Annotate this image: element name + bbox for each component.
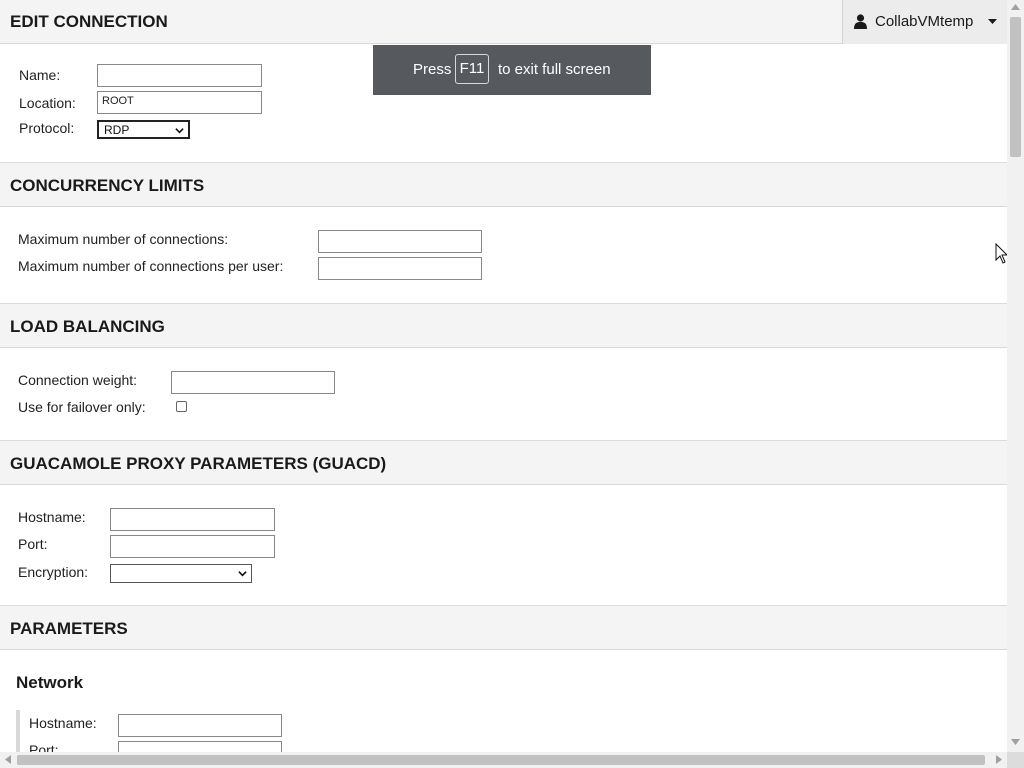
encryption-select[interactable] [110,564,252,583]
name-label: Name: [19,67,61,83]
section-title-load-balancing: LOAD BALANCING [10,317,165,336]
network-port-input[interactable] [118,741,282,752]
chevron-down-icon [175,128,184,134]
load-balancing-header: LOAD BALANCING [0,304,1007,348]
failover-checkbox[interactable] [176,401,187,412]
toast-suffix-text: to exit full screen [498,61,611,78]
user-icon [854,14,867,29]
user-menu[interactable]: CollabVMtemp [842,0,1007,44]
failover-label: Use for failover only: [18,399,146,415]
group-indent-bar [16,710,20,752]
max-connections-input[interactable] [318,230,482,253]
connection-weight-label: Connection weight: [18,372,138,388]
network-heading: Network [16,673,84,692]
max-connections-label: Maximum number of connections: [18,231,229,247]
section-title-edit-connection: EDIT CONNECTION [10,12,168,31]
location-label: Location: [19,95,76,111]
location-value: ROOT [102,95,134,107]
horizontal-scroll-thumb[interactable] [17,755,985,765]
scroll-left-icon[interactable] [5,755,11,764]
name-input[interactable] [97,64,262,87]
chevron-down-icon [988,19,997,24]
section-title-concurrency: CONCURRENCY LIMITS [10,176,205,195]
network-hostname-label: Hostname: [29,715,97,731]
concurrency-header: CONCURRENCY LIMITS [0,163,1007,207]
page-content: EDIT CONNECTION CollabVMtemp Name: Locat… [0,0,1007,752]
location-field[interactable]: ROOT [97,91,262,114]
proxy-hostname-label: Hostname: [18,509,86,525]
connection-weight-input[interactable] [171,371,335,394]
username: CollabVMtemp [875,13,974,30]
scroll-up-icon[interactable] [1011,4,1020,10]
chevron-down-icon [238,571,247,577]
scrollbar-corner [1007,752,1024,768]
toast-press-text: Press [413,61,452,78]
network-port-label: Port: [29,742,59,752]
max-per-user-input[interactable] [318,257,482,280]
proxy-header: GUACAMOLE PROXY PARAMETERS (GUACD) [0,441,1007,485]
proxy-port-label: Port: [18,536,48,552]
protocol-select[interactable]: RDP [97,120,190,139]
max-per-user-label: Maximum number of connections per user: [18,258,284,274]
section-title-proxy: GUACAMOLE PROXY PARAMETERS (GUACD) [10,454,387,473]
protocol-label: Protocol: [19,120,75,136]
scroll-down-icon[interactable] [1011,739,1020,745]
proxy-hostname-input[interactable] [110,508,275,531]
fullscreen-toast: Press F11 to exit full screen [373,45,651,95]
mouse-cursor-icon [995,243,1007,264]
toast-key: F11 [455,54,489,84]
protocol-value: RDP [104,123,130,137]
network-hostname-input[interactable] [118,714,282,737]
scroll-right-icon[interactable] [996,755,1002,764]
proxy-port-input[interactable] [110,535,275,558]
vertical-scroll-thumb[interactable] [1010,17,1021,157]
section-title-parameters: PARAMETERS [10,619,128,638]
encryption-label: Encryption: [18,564,89,580]
parameters-header: PARAMETERS [0,606,1007,650]
